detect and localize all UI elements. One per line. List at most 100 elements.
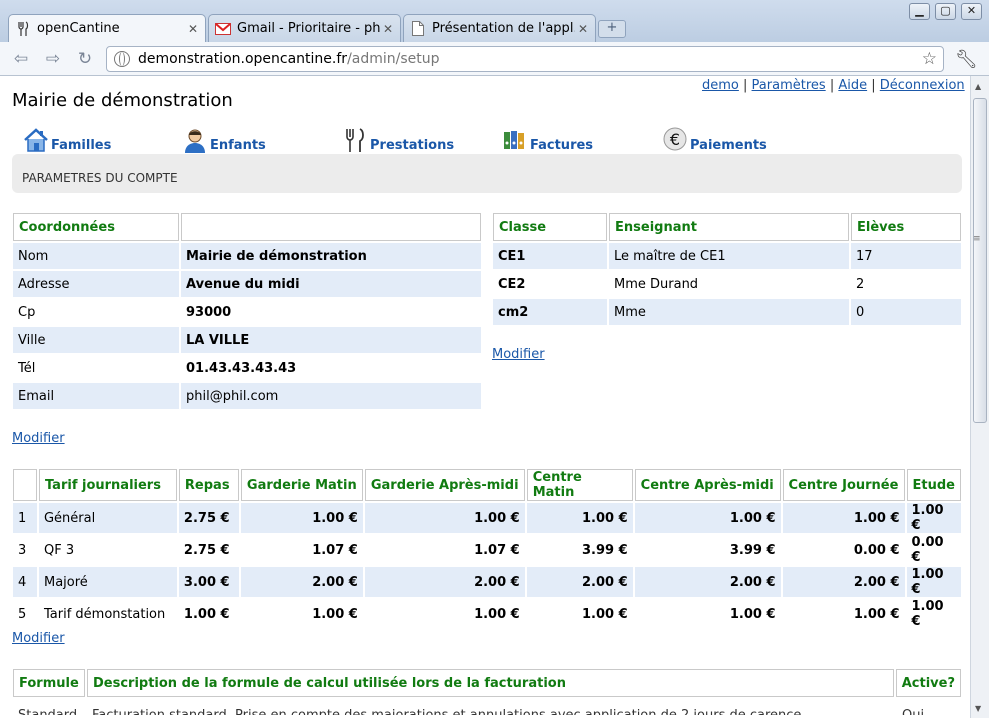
nav-paiements[interactable]: € Paiements [661,124,767,154]
table-header: Tarif journaliers [38,469,177,501]
window-close-button[interactable]: ✕ [961,3,982,20]
tarif-id: 3 [18,542,27,558]
table-header: Active? [895,669,961,697]
tarif-value: 3.99 € [582,542,628,558]
close-icon[interactable]: ✕ [380,22,396,36]
modifier-coordonnees-link[interactable]: Modifier [12,431,65,446]
euro-icon: € [661,126,689,154]
tarif-value: 0.00 € [853,542,900,558]
field-label: Ville [13,327,179,353]
page-icon [410,21,426,37]
table-row: Tél 01.43.43.43.43 [13,355,481,381]
tarif-value: 1.00 € [240,503,363,533]
tarif-etude: 0.00 € [911,535,944,565]
tarif-repas: 2.75 € [183,542,230,558]
maximize-button[interactable]: ▢ [935,3,956,20]
table-header: Centre Après-midi [634,469,781,501]
field-value: phil@phil.com [181,383,481,409]
field-label: Cp [18,304,36,320]
nav-prestations[interactable]: Prestations [341,124,454,154]
enseignant: Mme [609,299,849,325]
scroll-down-icon[interactable]: ▼ [975,704,981,713]
field-label: Email [13,383,179,409]
table-header [181,213,481,241]
modifier-tarifs-link[interactable]: Modifier [12,631,65,646]
minimize-button[interactable]: ▁ [909,3,930,20]
table-header: Formule [13,669,85,697]
nav-factures[interactable]: Factures [501,124,593,154]
link-aide[interactable]: Aide [838,78,867,93]
url-path: /admin/setup [347,51,440,67]
reload-button[interactable]: ↻ [74,48,96,70]
binders-icon [501,126,529,154]
tarif-value: 1.07 € [312,542,358,558]
separator: | [829,78,835,93]
url-host: demonstration.opencantine.fr [138,51,348,67]
classe-name: CE2 [498,276,526,292]
grip-icon: ≡ [973,234,981,244]
table-row: 4 Majoré 3.00 € 2.00 € 2.00 € 2.00 € 2.0… [13,567,961,597]
tab-gmail[interactable]: Gmail - Prioritaire - ph… ✕ [208,14,401,42]
separator: | [743,78,748,93]
table-row: Ville LA VILLE [13,327,481,353]
browser-toolbar: ⇦ ⇨ ↻ demonstration.opencantine.fr/admin… [0,42,989,76]
site-title: Mairie de démonstration [12,90,233,111]
formules-table: Formule Description de la formule de cal… [11,667,963,699]
separator: | [871,78,876,93]
bookmark-star-icon[interactable]: ☆ [922,49,937,69]
scroll-up-icon[interactable]: ▲ [975,82,981,91]
tarif-value: 1.00 € [729,606,776,622]
forward-button[interactable]: ⇨ [42,48,64,70]
tarif-value: 1.00 € [312,606,358,622]
table-header: Elèves [851,213,961,241]
globe-icon [114,51,130,67]
child-icon [181,126,209,154]
table-header: Description de la formule de calcul util… [86,669,894,697]
table-row: CE1 Le maître de CE1 17 [493,243,961,269]
svg-text:€: € [670,130,680,149]
nav-enfants[interactable]: Enfants [181,124,266,154]
wrench-icon[interactable]: 🔧︎ [955,49,978,70]
tarif-id: 5 [18,606,27,622]
new-tab-button[interactable]: + [598,20,626,38]
tarif-repas: 3.00 € [178,567,239,597]
eleves: 0 [851,299,961,325]
eleves: 2 [856,276,865,292]
tarif-etude: 1.00 € [911,599,944,629]
nav-label: Factures [530,138,594,153]
user-links: demo | Paramètres | Aide | Déconnexion [702,78,965,93]
scrollbar-thumb[interactable] [973,98,987,423]
link-parametres[interactable]: Paramètres [752,78,826,93]
tarif-value: 2.00 € [782,567,905,597]
tarif-etude: 1.00 € [906,567,961,597]
tarif-repas: 1.00 € [183,606,230,622]
table-header: Repas [178,469,239,501]
tab-label: openCantine [37,21,120,36]
table-header: Coordonnées [13,213,179,241]
nav-label: Prestations [370,138,455,153]
nav-familles[interactable]: Familles [22,124,111,154]
back-button[interactable]: ⇦ [10,48,32,70]
tab-presentation[interactable]: Présentation de l'appl… ✕ [403,14,596,42]
table-row: cm2 Mme 0 [493,299,961,325]
modifier-classes-link[interactable]: Modifier [492,347,545,362]
address-bar[interactable]: demonstration.opencantine.fr/admin/setup… [106,46,944,72]
tab-opencantine[interactable]: openCantine ✕ [8,14,206,42]
section-title: PARAMETRES DU COMPTE [12,154,962,193]
nav-label: Enfants [210,138,266,153]
close-icon[interactable]: ✕ [185,22,201,36]
eleves: 17 [851,243,961,269]
classe-name: cm2 [493,299,607,325]
field-value: LA VILLE [181,327,481,353]
table-row: 3 QF 3 2.75 € 1.07 € 1.07 € 3.99 € 3.99 … [13,535,961,565]
tarif-value: 2.00 € [526,567,633,597]
vertical-scrollbar[interactable]: ▲ ≡ ▼ [970,76,989,718]
tarif-value: 2.00 € [634,567,781,597]
house-icon [22,126,50,154]
table-row: 5 Tarif démonstation 1.00 € 1.00 € 1.00 … [13,599,961,629]
close-icon[interactable]: ✕ [575,22,591,36]
field-value: 01.43.43.43.43 [186,360,297,376]
link-demo[interactable]: demo [702,78,739,93]
tab-label: Présentation de l'appl… [432,21,575,36]
link-deconnexion[interactable]: Déconnexion [880,78,965,93]
